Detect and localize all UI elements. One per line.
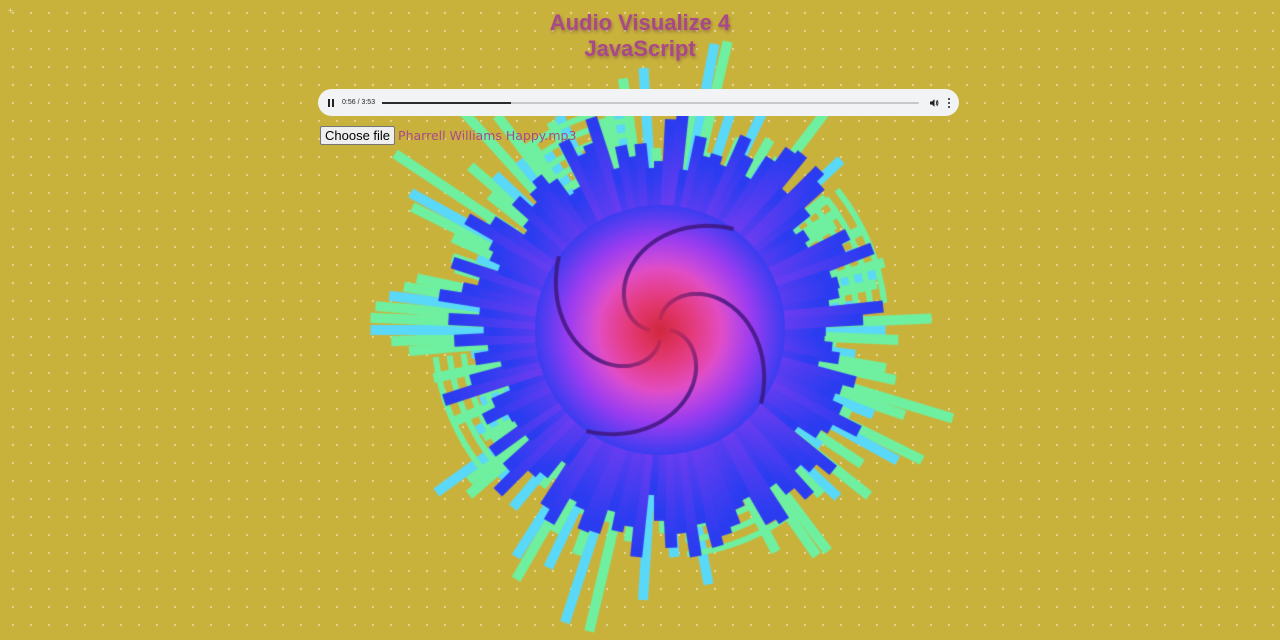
- page-title: Audio Visualize 4 JavaScript: [0, 10, 1280, 62]
- time-display: 0:56 / 3:53: [342, 99, 376, 106]
- choose-file-button[interactable]: Choose file: [320, 126, 396, 145]
- file-input-row: Choose file Pharrell Williams Happy.mp3: [320, 126, 576, 145]
- more-options-icon[interactable]: [947, 97, 951, 108]
- pause-icon[interactable]: [328, 98, 335, 107]
- selected-file-name: Pharrell Williams Happy.mp3: [398, 128, 577, 143]
- seek-bar[interactable]: [382, 101, 919, 104]
- audio-player[interactable]: 0:56 / 3:53: [318, 89, 959, 116]
- page-title-line2: JavaScript: [584, 36, 696, 61]
- seek-bar-progress: [382, 101, 511, 104]
- volume-icon[interactable]: [929, 98, 939, 108]
- page-title-line1: Audio Visualize 4: [549, 10, 731, 35]
